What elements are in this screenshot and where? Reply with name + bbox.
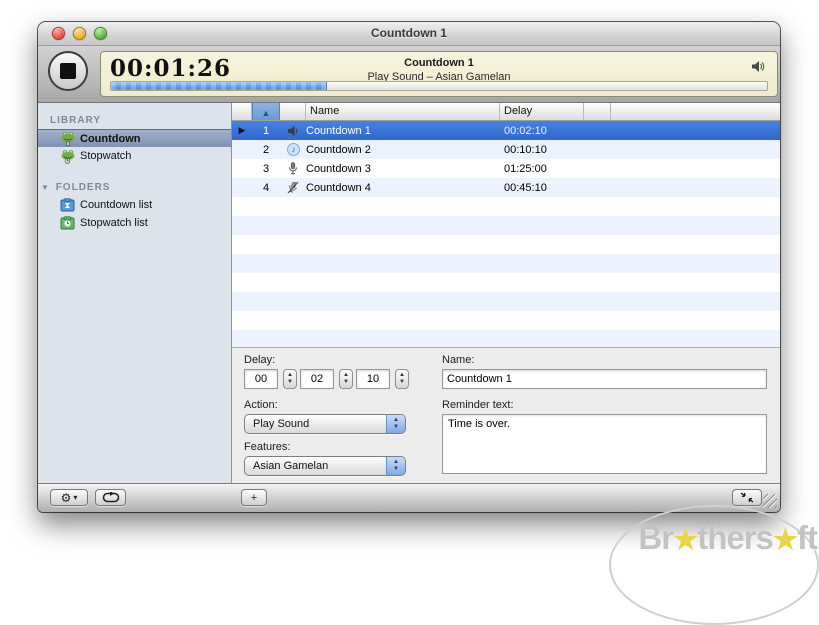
countdown-list-icon — [60, 198, 76, 213]
lcd-display: 00:01:26 Countdown 1 Play Sound – Asian … — [100, 51, 778, 97]
action-popup[interactable]: Play Sound ▲▼ — [244, 414, 406, 434]
sidebar-item-stopwatch[interactable]: Stopwatch — [38, 147, 231, 165]
table-row[interactable]: 4 Countdown 4 00:45:10 — [232, 178, 780, 197]
reminder-label: Reminder text: — [442, 399, 514, 411]
microphone-muted-icon — [280, 181, 306, 194]
delay-label: Delay: — [244, 354, 275, 366]
speaker-icon — [751, 60, 765, 73]
row-number: 1 — [252, 125, 280, 137]
toolbar: 00:01:26 Countdown 1 Play Sound – Asian … — [38, 46, 780, 103]
folders-header: ▼ FOLDERS — [38, 179, 231, 196]
name-label: Name: — [442, 354, 474, 366]
add-button[interactable]: + — [241, 489, 267, 506]
play-marker-icon: ▶ — [232, 125, 252, 136]
collapse-button[interactable] — [732, 489, 762, 506]
delay-minutes-field[interactable] — [300, 369, 334, 389]
library-header: LIBRARY — [38, 112, 231, 129]
gear-menu-button[interactable]: ⚙ ▾ — [50, 489, 88, 506]
app-window: Countdown 1 00:01:26 Countdown 1 Play So… — [38, 22, 780, 512]
sidebar-item-label: Stopwatch list — [80, 217, 148, 229]
collapse-arrows-icon — [740, 492, 754, 503]
sidebar-item-stopwatch-list[interactable]: Stopwatch list — [38, 214, 231, 232]
row-delay: 00:02:10 — [500, 125, 584, 137]
features-popup[interactable]: Asian Gamelan ▲▼ — [244, 456, 406, 476]
column-filler — [611, 103, 780, 120]
delay-hours-stepper[interactable]: ▲▼ — [283, 369, 297, 389]
star-icon: ★ — [773, 524, 797, 555]
watermark-logo: Br★thers★ft — [638, 519, 817, 557]
sidebar-item-label: Countdown — [80, 133, 140, 145]
popup-arrows-icon: ▲▼ — [386, 457, 405, 475]
action-label: Action: — [244, 399, 278, 411]
detail-form: Delay: ▲▼ ▲▼ ▲▼ Action: Play Sound ▲▼ Fe… — [232, 347, 780, 483]
row-number: 3 — [252, 163, 280, 175]
disclosure-triangle-icon[interactable]: ▼ — [41, 183, 50, 192]
window-title: Countdown 1 — [38, 26, 780, 40]
column-name[interactable]: Name — [306, 103, 500, 120]
popup-arrows-icon: ▲▼ — [386, 415, 405, 433]
column-extra[interactable] — [584, 103, 611, 120]
row-name: Countdown 1 — [306, 125, 500, 137]
star-icon: ★ — [673, 524, 697, 555]
row-delay: 00:10:10 — [500, 144, 584, 156]
bottom-bar: ⚙ ▾ + — [38, 483, 780, 512]
row-delay: 00:45:10 — [500, 182, 584, 194]
progress-fill — [111, 82, 327, 90]
frog-stopwatch-icon — [60, 149, 76, 164]
row-delay: 01:25:00 — [500, 163, 584, 175]
countdown-list: ▶ 1 Countdown 1 00:02:10 2 ♪ Countdown 2 — [232, 121, 780, 347]
chevron-down-icon: ▾ — [73, 493, 77, 502]
sidebar-item-label: Countdown list — [80, 199, 152, 211]
table-row[interactable]: 3 Countdown 3 01:25:00 — [232, 159, 780, 178]
microphone-icon — [280, 162, 306, 175]
column-play[interactable] — [232, 103, 252, 120]
sidebar-item-label: Stopwatch — [80, 150, 131, 162]
column-delay[interactable]: Delay — [500, 103, 584, 120]
row-name: Countdown 4 — [306, 182, 500, 194]
music-icon: ♪ — [280, 143, 306, 156]
sort-ascending-icon: ▲ — [262, 108, 271, 118]
row-number: 2 — [252, 144, 280, 156]
sidebar-item-countdown[interactable]: Countdown — [38, 129, 231, 147]
column-number-sorted[interactable]: ▲ — [252, 103, 280, 120]
row-name: Countdown 3 — [306, 163, 500, 175]
lcd-title: Countdown 1 — [101, 56, 777, 70]
row-name: Countdown 2 — [306, 144, 500, 156]
frog-countdown-icon — [60, 131, 76, 146]
svg-text:♪: ♪ — [291, 145, 296, 155]
delay-seconds-stepper[interactable]: ▲▼ — [395, 369, 409, 389]
speaker-icon — [280, 125, 306, 137]
table-row[interactable]: ▶ 1 Countdown 1 00:02:10 — [232, 121, 780, 140]
row-number: 4 — [252, 182, 280, 194]
resize-grip[interactable] — [763, 494, 777, 508]
gear-icon: ⚙ — [61, 491, 72, 505]
column-icon[interactable] — [280, 103, 306, 120]
features-value: Asian Gamelan — [245, 460, 386, 472]
stopwatch-list-icon — [60, 216, 76, 231]
plus-icon: + — [251, 492, 257, 504]
delay-seconds-field[interactable] — [356, 369, 390, 389]
sidebar-item-countdown-list[interactable]: Countdown list — [38, 196, 231, 214]
name-field[interactable] — [442, 369, 767, 389]
title-bar[interactable]: Countdown 1 — [38, 22, 780, 46]
countdown-progress-bar — [110, 81, 768, 91]
sidebar: LIBRARY Countdown Stopwatch ▼ FOLDERS — [38, 103, 232, 483]
action-value: Play Sound — [245, 418, 386, 430]
table-row[interactable]: 2 ♪ Countdown 2 00:10:10 — [232, 140, 780, 159]
table-header: ▲ Name Delay — [232, 103, 780, 121]
stop-button[interactable] — [48, 51, 88, 91]
delay-minutes-stepper[interactable]: ▲▼ — [339, 369, 353, 389]
reminder-text-field[interactable]: Time is over. — [442, 414, 767, 474]
loop-button[interactable] — [95, 489, 126, 506]
stop-icon — [60, 63, 76, 79]
features-label: Features: — [244, 441, 290, 453]
delay-hours-field[interactable] — [244, 369, 278, 389]
loop-icon — [102, 492, 120, 503]
